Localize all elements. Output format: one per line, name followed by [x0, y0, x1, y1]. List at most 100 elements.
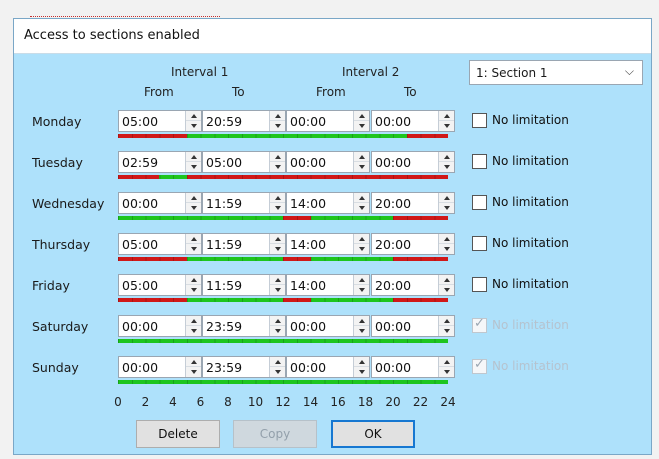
spin-down-button[interactable] — [270, 367, 285, 377]
time-value[interactable]: 00:00 — [290, 319, 326, 334]
friday-interval2-to-spinner[interactable]: 20:00 — [371, 274, 455, 296]
spin-down-button[interactable] — [354, 326, 369, 336]
spin-up-button[interactable] — [354, 193, 369, 203]
time-value[interactable]: 00:00 — [375, 360, 411, 375]
spin-up-button[interactable] — [186, 316, 201, 326]
spin-down-button[interactable] — [439, 285, 454, 295]
sunday-interval2-from-spinner[interactable]: 00:00 — [286, 356, 370, 378]
time-value[interactable]: 00:00 — [122, 196, 158, 211]
spin-down-button[interactable] — [270, 121, 285, 131]
monday-interval2-to-spinner[interactable]: 00:00 — [371, 110, 455, 132]
monday-interval2-from-spinner[interactable]: 00:00 — [286, 110, 370, 132]
spin-down-button[interactable] — [354, 203, 369, 213]
spin-down-button[interactable] — [186, 121, 201, 131]
saturday-interval1-from-spinner[interactable]: 00:00 — [118, 315, 202, 337]
time-value[interactable]: 14:00 — [290, 196, 326, 211]
time-value[interactable]: 00:00 — [290, 155, 326, 170]
saturday-interval2-from-spinner[interactable]: 00:00 — [286, 315, 370, 337]
spin-down-button[interactable] — [186, 285, 201, 295]
tuesday-interval1-from-spinner[interactable]: 02:59 — [118, 151, 202, 173]
saturday-interval1-to-spinner[interactable]: 23:59 — [202, 315, 286, 337]
time-value[interactable]: 20:00 — [375, 278, 411, 293]
spin-up-button[interactable] — [186, 357, 201, 367]
wednesday-no-limitation-checkbox[interactable] — [472, 195, 487, 210]
time-value[interactable]: 20:59 — [206, 114, 242, 129]
sunday-interval1-from-spinner[interactable]: 00:00 — [118, 356, 202, 378]
delete-button[interactable]: Delete — [136, 420, 220, 448]
time-value[interactable]: 05:00 — [206, 155, 242, 170]
wednesday-interval1-from-spinner[interactable]: 00:00 — [118, 192, 202, 214]
spin-down-button[interactable] — [270, 285, 285, 295]
spin-down-button[interactable] — [439, 244, 454, 254]
spin-up-button[interactable] — [270, 275, 285, 285]
spin-down-button[interactable] — [439, 367, 454, 377]
spin-down-button[interactable] — [186, 244, 201, 254]
spin-up-button[interactable] — [354, 234, 369, 244]
time-value[interactable]: 05:00 — [122, 114, 158, 129]
time-value[interactable]: 11:59 — [206, 196, 242, 211]
time-value[interactable]: 00:00 — [122, 319, 158, 334]
spin-up-button[interactable] — [439, 111, 454, 121]
tuesday-no-limitation-checkbox[interactable] — [472, 154, 487, 169]
wednesday-interval2-from-spinner[interactable]: 14:00 — [286, 192, 370, 214]
spin-up-button[interactable] — [354, 316, 369, 326]
saturday-no-limitation-checkbox[interactable]: ✓ — [472, 316, 487, 333]
spin-down-button[interactable] — [439, 203, 454, 213]
friday-no-limitation-checkbox[interactable] — [472, 277, 487, 292]
tuesday-interval2-from-spinner[interactable]: 00:00 — [286, 151, 370, 173]
time-value[interactable]: 20:00 — [375, 237, 411, 252]
spin-down-button[interactable] — [354, 244, 369, 254]
spin-up-button[interactable] — [186, 111, 201, 121]
spin-down-button[interactable] — [186, 367, 201, 377]
time-value[interactable]: 14:00 — [290, 278, 326, 293]
time-value[interactable]: 00:00 — [122, 360, 158, 375]
spin-down-button[interactable] — [270, 162, 285, 172]
spin-down-button[interactable] — [354, 121, 369, 131]
wednesday-interval1-to-spinner[interactable]: 11:59 — [202, 192, 286, 214]
time-value[interactable]: 02:59 — [122, 155, 158, 170]
time-value[interactable]: 23:59 — [206, 319, 242, 334]
section-select[interactable]: 1: Section 1 ⌵ — [469, 60, 643, 85]
spin-down-button[interactable] — [186, 326, 201, 336]
spin-up-button[interactable] — [439, 193, 454, 203]
thursday-interval1-to-spinner[interactable]: 11:59 — [202, 233, 286, 255]
tuesday-interval2-to-spinner[interactable]: 00:00 — [371, 151, 455, 173]
friday-interval2-from-spinner[interactable]: 14:00 — [286, 274, 370, 296]
spin-up-button[interactable] — [270, 193, 285, 203]
spin-up-button[interactable] — [270, 152, 285, 162]
spin-down-button[interactable] — [270, 244, 285, 254]
sunday-interval1-to-spinner[interactable]: 23:59 — [202, 356, 286, 378]
friday-interval1-from-spinner[interactable]: 05:00 — [118, 274, 202, 296]
time-value[interactable]: 11:59 — [206, 278, 242, 293]
spin-up-button[interactable] — [186, 193, 201, 203]
spin-down-button[interactable] — [186, 162, 201, 172]
time-value[interactable]: 00:00 — [375, 155, 411, 170]
tuesday-interval1-to-spinner[interactable]: 05:00 — [202, 151, 286, 173]
spin-down-button[interactable] — [439, 121, 454, 131]
spin-down-button[interactable] — [270, 203, 285, 213]
spin-up-button[interactable] — [354, 111, 369, 121]
spin-up-button[interactable] — [439, 234, 454, 244]
spin-up-button[interactable] — [270, 111, 285, 121]
thursday-interval2-from-spinner[interactable]: 14:00 — [286, 233, 370, 255]
sunday-no-limitation-checkbox[interactable]: ✓ — [472, 357, 487, 374]
saturday-interval2-to-spinner[interactable]: 00:00 — [371, 315, 455, 337]
thursday-no-limitation-checkbox[interactable] — [472, 236, 487, 251]
spin-up-button[interactable] — [354, 275, 369, 285]
spin-up-button[interactable] — [270, 357, 285, 367]
spin-down-button[interactable] — [439, 326, 454, 336]
time-value[interactable]: 23:59 — [206, 360, 242, 375]
monday-interval1-to-spinner[interactable]: 20:59 — [202, 110, 286, 132]
spin-down-button[interactable] — [354, 367, 369, 377]
time-value[interactable]: 11:59 — [206, 237, 242, 252]
spin-up-button[interactable] — [354, 152, 369, 162]
time-value[interactable]: 00:00 — [375, 319, 411, 334]
time-value[interactable]: 20:00 — [375, 196, 411, 211]
spin-up-button[interactable] — [186, 152, 201, 162]
time-value[interactable]: 05:00 — [122, 237, 158, 252]
friday-interval1-to-spinner[interactable]: 11:59 — [202, 274, 286, 296]
spin-down-button[interactable] — [186, 203, 201, 213]
thursday-interval2-to-spinner[interactable]: 20:00 — [371, 233, 455, 255]
time-value[interactable]: 14:00 — [290, 237, 326, 252]
time-value[interactable]: 00:00 — [290, 114, 326, 129]
